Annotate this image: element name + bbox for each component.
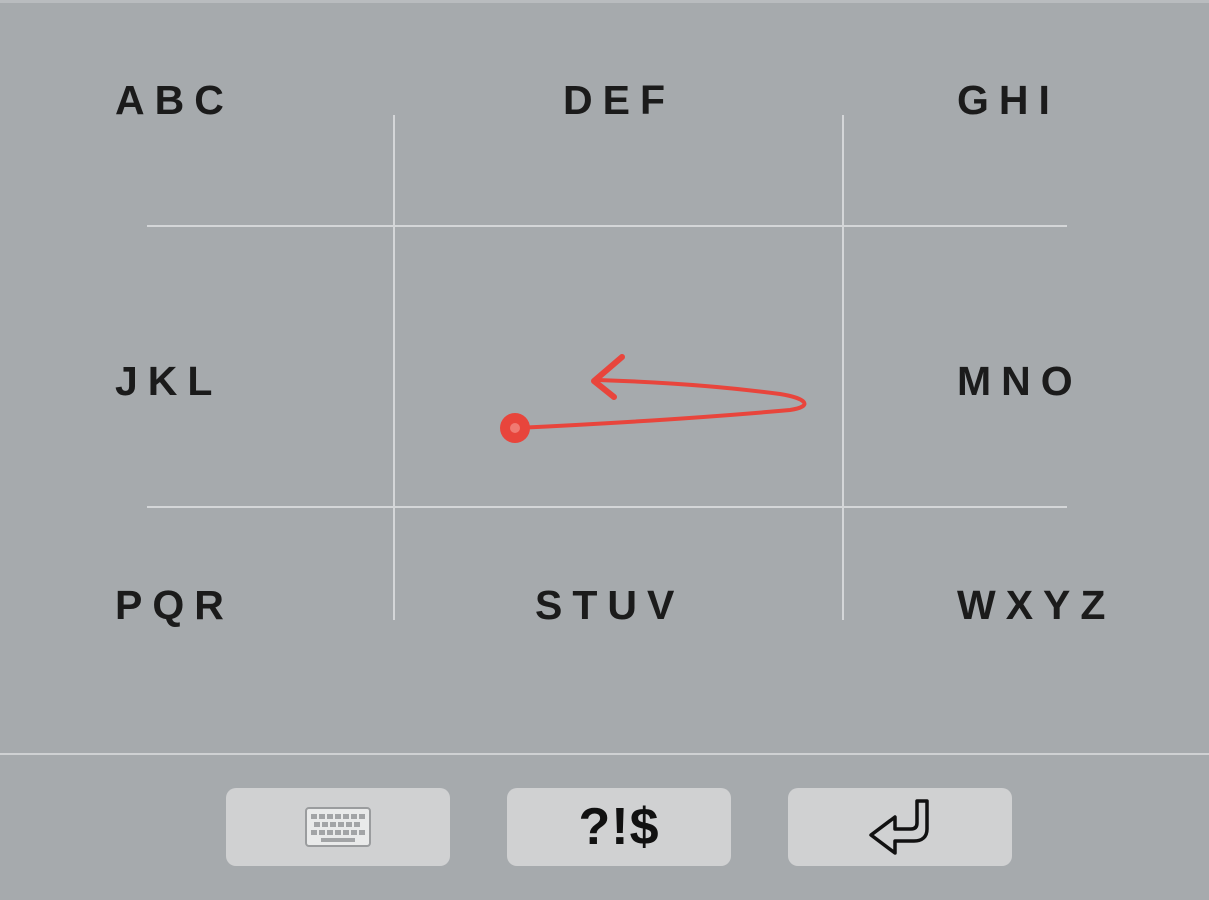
- grid-divider-vertical-left: [393, 115, 395, 620]
- swipe-gesture-arrowhead: [591, 354, 625, 400]
- grid-divider-vertical-right: [842, 115, 844, 620]
- swipe-gesture-start-dot: [500, 413, 530, 443]
- symbols-button[interactable]: ?!$: [507, 788, 731, 866]
- swipe-gesture-path: [514, 378, 807, 430]
- key-ghi[interactable]: GHI: [957, 80, 1060, 121]
- key-mno[interactable]: MNO: [957, 361, 1083, 402]
- key-stuv[interactable]: STUV: [535, 585, 684, 626]
- symbols-button-label: ?!$: [578, 798, 660, 856]
- key-def[interactable]: DEF: [563, 80, 675, 121]
- key-abc[interactable]: ABC: [115, 80, 234, 121]
- key-wxyz[interactable]: WXYZ: [957, 585, 1115, 626]
- t9-keyboard: ABC DEF GHI JKL MNO PQR STUV WXYZ ?!$: [0, 0, 1209, 900]
- keyboard-switch-button[interactable]: [226, 788, 450, 866]
- enter-return-icon: [869, 799, 929, 855]
- key-pqr[interactable]: PQR: [115, 585, 234, 626]
- keyboard-icon: [305, 807, 371, 847]
- enter-button[interactable]: [788, 788, 1012, 866]
- key-jkl[interactable]: JKL: [115, 361, 222, 402]
- grid-divider-horizontal-top: [147, 225, 1067, 227]
- grid-divider-horizontal-bottom: [147, 506, 1067, 508]
- top-edge: [0, 0, 1209, 3]
